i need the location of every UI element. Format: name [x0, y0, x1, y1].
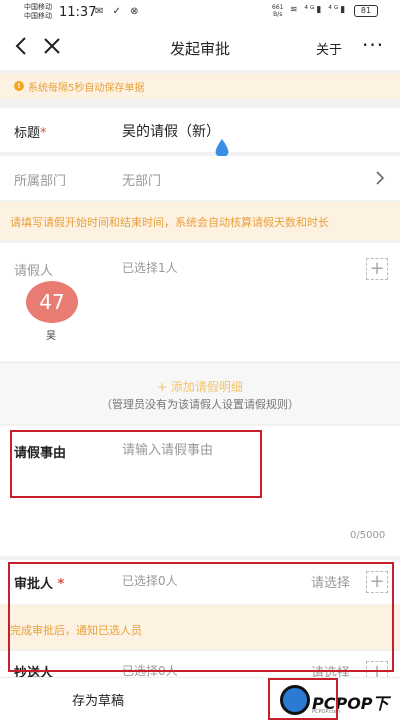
reason-char-counter: 0/5000 [350, 530, 386, 541]
annotation-box-submit [268, 678, 338, 720]
applicant-label: 请假人 [14, 264, 54, 279]
annotation-box-reason [10, 430, 262, 498]
department-label: 所属部门 [14, 174, 67, 189]
annotation-box-approver [8, 562, 394, 672]
add-detail-note: （管理员没有为该请假人设置请假规则） [101, 398, 299, 411]
status-bar: 中国移动 中国移动 11:37 ✉ ✓ ⊗ 661 B/s ≋ ⁴ᴳ▮ ⁴ᴳ▮ 8… [0, 0, 400, 26]
add-applicant-plus-icon[interactable]: + [366, 258, 388, 280]
battery-icon: 81 [354, 5, 378, 17]
department-row[interactable]: 所属部门 无部门 [0, 156, 400, 200]
add-leave-detail-button[interactable]: + 添加请假明细 [0, 378, 400, 395]
status-time: 11:37 [59, 5, 97, 20]
avatar-name: 吴 [46, 331, 56, 342]
title-label: 标题* [14, 126, 47, 141]
leave-time-hint: 请填写请假开始时间和结束时间，系统会自动核算请假天数和时长 [0, 202, 400, 240]
applicant-count: 已选择1人 [122, 261, 178, 275]
save-draft-button[interactable]: 存为草稿 [72, 690, 124, 709]
info-icon: ! [14, 81, 24, 91]
leave-time-hint-text: 请填写请假开始时间和结束时间，系统会自动核算请假天数和时长 [10, 216, 329, 229]
title-input[interactable]: 吴的请假（新） [122, 121, 220, 141]
chevron-right-icon [376, 171, 385, 185]
carrier-label: 中国移动 [24, 3, 52, 11]
about-link[interactable]: 关于 [316, 39, 342, 58]
avatar[interactable]: 47 [26, 281, 78, 323]
department-value: 无部门 [122, 174, 162, 189]
top-navigation: 发起审批 关于 ··· [0, 26, 400, 70]
more-menu-button[interactable]: ··· [362, 33, 384, 57]
notification-icons: ✉ ✓ ⊗ [95, 6, 142, 17]
signal-icons: ≋ ⁴ᴳ▮ ⁴ᴳ▮ [290, 5, 348, 15]
autosave-text: 系统每隔5秒自动保存单据 [28, 83, 145, 94]
autosave-notice: ! 系统每隔5秒自动保存单据 [0, 73, 400, 99]
network-speed: 661 B/s [272, 4, 284, 18]
title-field-row[interactable]: 标题* 吴的请假（新） [0, 108, 400, 158]
carrier-label: 中国移动 [24, 12, 52, 20]
